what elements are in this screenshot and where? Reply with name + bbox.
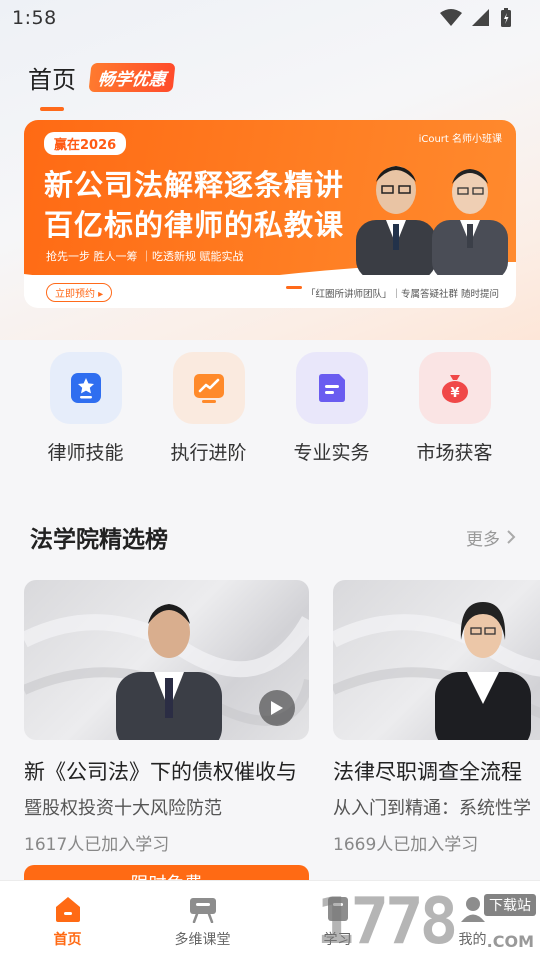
course-card[interactable]: 新《公司法》下的债权催收与 暨股权投资十大风险防范 1617人已加入学习 限时免… [24, 580, 309, 880]
category-label: 执行进阶 [170, 442, 247, 464]
banner-headline-1: 新公司法解释逐条精讲 [44, 168, 345, 202]
carousel-indicator [286, 286, 302, 289]
money-bag-icon: ¥ [441, 375, 468, 403]
tab-study[interactable]: 学习 [270, 881, 405, 960]
tab-classroom[interactable]: 多维课堂 [135, 881, 270, 960]
tab-label: 首页 [53, 932, 82, 948]
signal-icon [472, 9, 489, 26]
battery-icon [501, 8, 511, 27]
banner-tag: 赢在2026 [44, 132, 127, 155]
play-button[interactable] [259, 690, 295, 726]
course-title: 法律尽职调查全流程 [333, 760, 522, 784]
more-label: 更多 [466, 529, 500, 550]
banner-headline-2: 百亿标的律师的私教课 [44, 208, 345, 242]
bottom-tab-bar: 首页 多维课堂 学习 我的 [0, 880, 540, 960]
page-title[interactable]: 首页 [28, 60, 76, 111]
status-time: 1:58 [12, 7, 57, 29]
banner-cta-button[interactable]: 立即预约 ▸ [46, 283, 113, 302]
free-enroll-button[interactable]: 限时免费 [24, 865, 309, 880]
book-icon [327, 897, 348, 921]
category-label: 专业实务 [293, 442, 370, 464]
category-grid: 律师技能 执行进阶 专业实务 ¥ 市场获客 [24, 352, 516, 465]
tab-label: 我的 [458, 932, 487, 948]
course-subtitle: 从入门到精通：系统性学 [333, 798, 531, 819]
status-bar: 1:58 [0, 0, 540, 36]
category-icon-bg [295, 352, 368, 424]
profile-icon [460, 897, 485, 922]
classroom-icon [189, 898, 216, 923]
presenter-image-2 [432, 169, 508, 275]
star-badge-icon [70, 373, 101, 403]
tab-profile[interactable]: 我的 [405, 881, 540, 960]
course-carousel[interactable]: 新《公司法》下的债权催收与 暨股权投资十大风险防范 1617人已加入学习 限时免… [24, 580, 540, 880]
category-icon-bg [49, 352, 122, 424]
category-icon-bg: ¥ [418, 352, 491, 424]
course-thumbnail[interactable] [24, 580, 309, 740]
document-icon [318, 374, 345, 402]
category-professional-practice[interactable]: 专业实务 [270, 352, 393, 465]
section-header: 法学院精选榜 更多 [30, 520, 516, 554]
svg-text:¥: ¥ [450, 386, 459, 401]
section-title: 法学院精选榜 [30, 527, 168, 553]
chevron-right-icon [507, 530, 516, 544]
learner-count: 1617人已加入学习 [24, 835, 170, 855]
category-label: 律师技能 [47, 442, 124, 464]
tab-label: 多维课堂 [174, 932, 231, 948]
status-icons [440, 8, 512, 28]
banner-footer-text: 「红圈所讲师团队」｜专属答疑社群 随时提问 [306, 289, 500, 300]
category-lawyer-skills[interactable]: 律师技能 [24, 352, 147, 465]
learner-count: 1669人已加入学习 [333, 835, 479, 855]
course-subtitle: 暨股权投资十大风险防范 [24, 798, 222, 819]
trend-chart-icon [193, 374, 224, 403]
course-thumbnail[interactable] [333, 580, 540, 740]
wifi-icon [440, 9, 462, 26]
category-market-acquisition[interactable]: ¥ 市场获客 [393, 352, 516, 465]
course-card[interactable]: 法律尽职调查全流程 从入门到精通：系统性学 1669人已加入学习 [333, 580, 540, 855]
instructor-image [333, 602, 540, 740]
more-link[interactable]: 更多 [466, 525, 516, 550]
category-icon-bg [172, 352, 245, 424]
banner-brand: iCourt 名师小班课 [418, 134, 502, 145]
tab-home[interactable]: 首页 [0, 881, 135, 960]
play-icon [271, 701, 283, 715]
page-header: 首页 畅学优惠 [28, 60, 176, 111]
tab-label: 学习 [323, 932, 352, 948]
banner-subtitle: 抢先一步 胜人一筹 ｜吃透新规 赋能实战 [46, 250, 244, 263]
category-enforcement-advanced[interactable]: 执行进阶 [147, 352, 270, 465]
home-icon [55, 897, 80, 922]
category-label: 市场获客 [416, 442, 493, 464]
promo-banner[interactable]: 赢在2026 iCourt 名师小班课 新公司法解释逐条精讲 百亿标的律师的私教… [24, 120, 516, 308]
course-title: 新《公司法》下的债权催收与 [24, 760, 297, 784]
promo-tag[interactable]: 畅学优惠 [88, 63, 176, 92]
